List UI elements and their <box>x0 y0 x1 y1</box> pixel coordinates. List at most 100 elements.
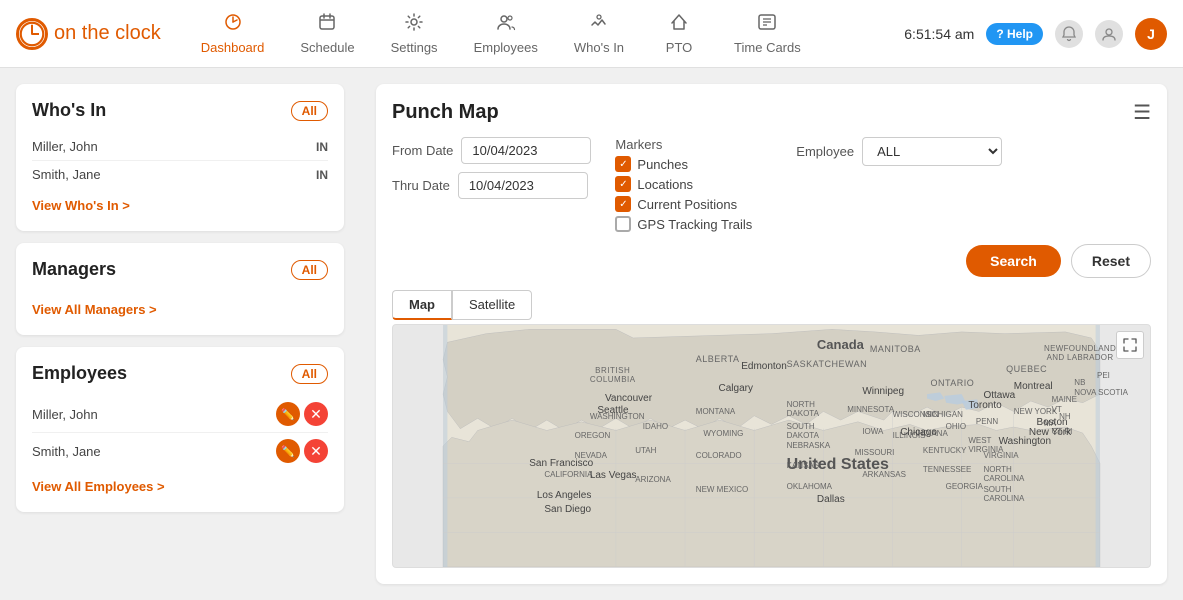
employee-row-0: Miller, John ✏️ ✕ <box>32 396 328 433</box>
punches-label: Punches <box>637 157 688 172</box>
pto-icon <box>669 12 689 37</box>
marker-punches[interactable]: ✓ Punches <box>615 156 752 172</box>
locations-label: Locations <box>637 177 693 192</box>
content-area: Punch Map ☰ From Date Thru Date <box>360 68 1183 600</box>
employee-name-1: Smith, Jane <box>32 444 101 459</box>
action-row: Search Reset <box>392 244 1151 278</box>
map-container: Canada ALBERTA BRITISHCOLUMBIA SASKATCHE… <box>392 324 1151 568</box>
nav-label-whos-in: Who's In <box>574 40 624 55</box>
managers-card: Managers All View All Managers > <box>16 243 344 335</box>
nav-label-employees: Employees <box>474 40 538 55</box>
user-settings-icon[interactable] <box>1095 20 1123 48</box>
schedule-icon <box>317 12 337 37</box>
marker-locations[interactable]: ✓ Locations <box>615 176 752 192</box>
punches-checkbox[interactable]: ✓ <box>615 156 631 172</box>
nav-item-settings[interactable]: Settings <box>375 4 454 63</box>
view-all-managers-link[interactable]: View All Managers > <box>32 302 157 317</box>
main-layout: Who's In All Miller, John IN Smith, Jane… <box>0 68 1183 600</box>
form-section: From Date Thru Date Markers ✓ Punches <box>392 137 1151 232</box>
punch-map-card: Punch Map ☰ From Date Thru Date <box>376 84 1167 584</box>
markers-label: Markers <box>615 137 752 152</box>
map-section: Map Satellite <box>392 290 1151 568</box>
whos-in-status-1: IN <box>316 168 328 182</box>
marker-gps-trails[interactable]: GPS Tracking Trails <box>615 216 752 232</box>
gps-trails-label: GPS Tracking Trails <box>637 217 752 232</box>
thru-date-label: Thru Date <box>392 178 450 193</box>
punch-map-menu-icon[interactable]: ☰ <box>1133 100 1151 125</box>
nav-items: Dashboard Schedule Settings <box>185 4 905 63</box>
whos-in-employee-name-0: Miller, John <box>32 139 98 154</box>
thru-date-input[interactable] <box>458 172 588 199</box>
nav-item-time-cards[interactable]: Time Cards <box>718 4 817 63</box>
current-positions-label: Current Positions <box>637 197 737 212</box>
notification-bell-icon[interactable] <box>1055 20 1083 48</box>
from-date-group: From Date <box>392 137 591 164</box>
help-button[interactable]: ? Help <box>986 23 1043 45</box>
nav-item-schedule[interactable]: Schedule <box>284 4 370 63</box>
avatar[interactable]: J <box>1135 18 1167 50</box>
current-positions-checkbox[interactable]: ✓ <box>615 196 631 212</box>
top-navigation: on the clock Dashboard <box>0 0 1183 68</box>
nav-item-whos-in[interactable]: Who's In <box>558 4 640 63</box>
markers-section: Markers ✓ Punches ✓ Locations ✓ Current … <box>615 137 752 232</box>
nav-item-dashboard[interactable]: Dashboard <box>185 4 281 63</box>
logo-clock-icon <box>16 18 48 50</box>
managers-header: Managers All <box>32 259 328 280</box>
whos-in-employee-name-1: Smith, Jane <box>32 167 101 182</box>
whos-in-employee-row-1: Smith, Jane IN <box>32 161 328 188</box>
delete-employee-1-button[interactable]: ✕ <box>304 439 328 463</box>
map-tab-map[interactable]: Map <box>392 290 452 320</box>
delete-employee-0-button[interactable]: ✕ <box>304 402 328 426</box>
marker-current-positions[interactable]: ✓ Current Positions <box>615 196 752 212</box>
whos-in-icon <box>589 12 609 37</box>
edit-employee-0-button[interactable]: ✏️ <box>276 402 300 426</box>
punch-map-header: Punch Map ☰ <box>392 100 1151 125</box>
logo-text: on the clock <box>54 22 161 45</box>
edit-employee-1-button[interactable]: ✏️ <box>276 439 300 463</box>
whos-in-status-0: IN <box>316 140 328 154</box>
time-cards-icon <box>757 12 777 37</box>
view-all-employees-link[interactable]: View All Employees > <box>32 479 165 494</box>
managers-all-badge[interactable]: All <box>291 260 328 280</box>
thru-date-group: Thru Date <box>392 172 591 199</box>
employee-name-0: Miller, John <box>32 407 98 422</box>
nav-item-pto[interactable]: PTO <box>644 4 714 63</box>
whos-in-card: Who's In All Miller, John IN Smith, Jane… <box>16 84 344 231</box>
dashboard-icon <box>223 12 243 37</box>
reset-button[interactable]: Reset <box>1071 244 1151 278</box>
nav-item-employees[interactable]: Employees <box>458 4 554 63</box>
time-display: 6:51:54 am <box>904 26 974 42</box>
nav-label-pto: PTO <box>666 40 693 55</box>
punch-map-title: Punch Map <box>392 101 499 124</box>
employee-select[interactable]: ALL <box>862 137 1002 166</box>
nav-label-schedule: Schedule <box>300 40 354 55</box>
from-date-input[interactable] <box>461 137 591 164</box>
employees-header: Employees All <box>32 363 328 384</box>
settings-icon <box>404 12 424 37</box>
locations-checkbox[interactable]: ✓ <box>615 176 631 192</box>
search-button[interactable]: Search <box>966 245 1061 277</box>
employee-actions-1: ✏️ ✕ <box>276 439 328 463</box>
employees-title: Employees <box>32 363 127 384</box>
map-expand-button[interactable] <box>1116 331 1144 359</box>
whos-in-header: Who's In All <box>32 100 328 121</box>
employees-icon <box>496 12 516 37</box>
map-tab-satellite[interactable]: Satellite <box>452 290 532 320</box>
whos-in-title: Who's In <box>32 100 106 121</box>
employee-row-1: Smith, Jane ✏️ ✕ <box>32 433 328 469</box>
nav-label-settings: Settings <box>391 40 438 55</box>
map-tabs: Map Satellite <box>392 290 1151 320</box>
nav-label-dashboard: Dashboard <box>201 40 265 55</box>
nav-label-time-cards: Time Cards <box>734 40 801 55</box>
sidebar: Who's In All Miller, John IN Smith, Jane… <box>0 68 360 600</box>
nav-right: 6:51:54 am ? Help J <box>904 18 1167 50</box>
gps-trails-checkbox[interactable] <box>615 216 631 232</box>
employee-section: Employee ALL <box>796 137 1002 166</box>
employees-all-badge[interactable]: All <box>291 364 328 384</box>
employee-actions-0: ✏️ ✕ <box>276 402 328 426</box>
logo[interactable]: on the clock <box>16 18 161 50</box>
managers-title: Managers <box>32 259 116 280</box>
view-whos-in-link[interactable]: View Who's In > <box>32 198 130 213</box>
whos-in-all-badge[interactable]: All <box>291 101 328 121</box>
employees-card: Employees All Miller, John ✏️ ✕ Smith, J… <box>16 347 344 512</box>
